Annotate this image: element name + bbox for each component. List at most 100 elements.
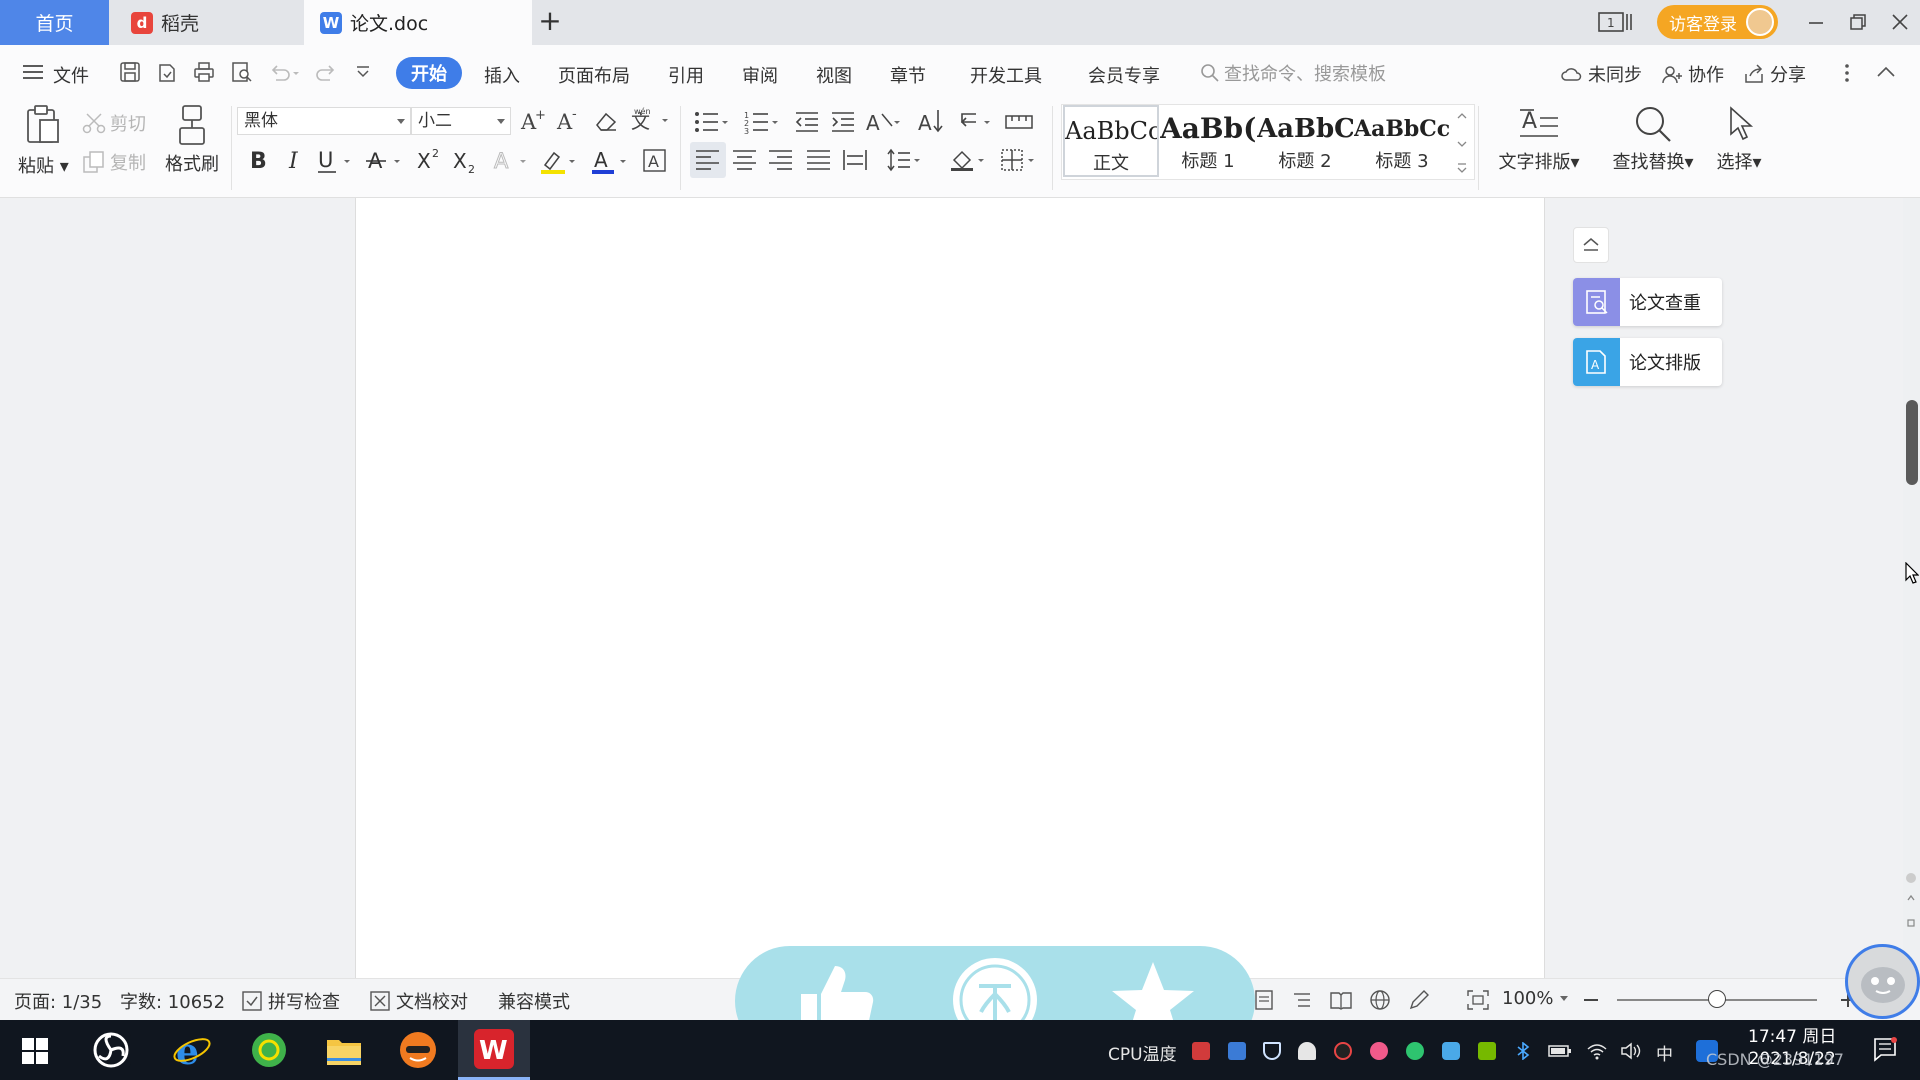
thesis-layout-button[interactable]: A 论文排版 bbox=[1573, 338, 1722, 386]
wifi-icon[interactable] bbox=[1586, 1042, 1608, 1060]
print-preview-icon[interactable] bbox=[231, 61, 253, 83]
tray-app-blue-icon[interactable] bbox=[1228, 1042, 1246, 1060]
tab-member[interactable]: 会员专享 bbox=[1088, 62, 1160, 88]
close-icon[interactable] bbox=[1890, 12, 1910, 32]
select-button[interactable]: 选择▾ bbox=[1708, 104, 1770, 174]
menu-file[interactable]: 文件 bbox=[53, 62, 89, 88]
shading-icon[interactable] bbox=[950, 148, 990, 172]
collaborate-button[interactable]: 协作 bbox=[1662, 61, 1724, 87]
zoom-level-select[interactable]: 100% bbox=[1502, 988, 1569, 1009]
window-layout-icon[interactable]: 1 bbox=[1598, 10, 1632, 34]
windows-start-icon[interactable] bbox=[22, 1038, 48, 1064]
decrease-indent-icon[interactable] bbox=[794, 110, 820, 134]
web-layout-icon[interactable] bbox=[1369, 989, 1391, 1011]
tray-app-pink-icon[interactable] bbox=[1370, 1042, 1388, 1060]
hamburger-menu-icon[interactable] bbox=[22, 62, 44, 82]
cut-button[interactable]: 剪切 bbox=[82, 110, 146, 136]
style-heading-1[interactable]: AaBb( 标题 1 bbox=[1160, 105, 1256, 177]
action-center-icon[interactable] bbox=[1872, 1036, 1898, 1062]
tab-daoke[interactable]: d 稻壳 bbox=[109, 0, 302, 45]
increase-indent-icon[interactable] bbox=[830, 110, 856, 134]
italic-icon[interactable]: I bbox=[284, 147, 308, 173]
style-heading-2[interactable]: AaBbC 标题 2 bbox=[1257, 105, 1353, 177]
align-center-icon[interactable] bbox=[732, 148, 758, 172]
wps-taskbar-button[interactable]: W bbox=[458, 1020, 530, 1080]
share-button[interactable]: 分享 bbox=[1744, 61, 1806, 87]
font-size-select[interactable]: 小二 bbox=[411, 107, 511, 135]
text-direction-icon[interactable]: A bbox=[866, 108, 906, 134]
tray-app-red-icon[interactable] bbox=[1192, 1042, 1210, 1060]
guest-login-button[interactable]: 访客登录 bbox=[1657, 5, 1778, 39]
tab-chapter[interactable]: 章节 bbox=[890, 62, 926, 88]
paste-button[interactable]: 粘贴 ▾ bbox=[18, 104, 69, 177]
volume-icon[interactable] bbox=[1620, 1042, 1642, 1060]
outline-view-icon[interactable] bbox=[1292, 990, 1312, 1010]
sort-icon[interactable]: A bbox=[918, 108, 946, 134]
file-explorer-icon[interactable] bbox=[324, 1030, 364, 1070]
assistant-avatar[interactable] bbox=[1845, 944, 1920, 1019]
input-method-indicator[interactable]: 中 bbox=[1656, 1040, 1673, 1065]
shield-icon[interactable] bbox=[1263, 1042, 1281, 1060]
bold-icon[interactable]: B bbox=[247, 147, 271, 173]
battery-icon[interactable] bbox=[1548, 1042, 1572, 1060]
style-heading-3[interactable]: AaBbCcl 标题 3 bbox=[1354, 105, 1450, 177]
more-options-icon[interactable] bbox=[1842, 62, 1852, 84]
text-effect-icon[interactable]: A bbox=[492, 147, 532, 175]
write-mode-pen-icon[interactable] bbox=[1408, 989, 1430, 1011]
proofread-button[interactable]: 文档校对 bbox=[370, 988, 468, 1014]
tab-home[interactable]: 首页 bbox=[0, 0, 109, 45]
highlight-icon[interactable] bbox=[541, 147, 581, 175]
justify-icon[interactable] bbox=[806, 148, 832, 172]
font-name-select[interactable]: 黑体 bbox=[237, 107, 411, 135]
tray-app-cyan-icon[interactable] bbox=[1442, 1042, 1460, 1060]
fit-page-icon[interactable] bbox=[1467, 990, 1489, 1010]
minimize-icon[interactable] bbox=[1806, 12, 1826, 32]
tab-references[interactable]: 引用 bbox=[668, 62, 704, 88]
line-spacing-icon[interactable] bbox=[886, 148, 926, 172]
export-pdf-icon[interactable] bbox=[156, 61, 178, 83]
bullet-list-icon[interactable] bbox=[694, 110, 734, 134]
tab-insert[interactable]: 插入 bbox=[484, 62, 520, 88]
font-color-icon[interactable]: A bbox=[592, 147, 632, 175]
text-layout-button[interactable]: A 文字排版▾ bbox=[1494, 104, 1584, 174]
fox-app-icon[interactable] bbox=[398, 1030, 438, 1070]
distributed-align-icon[interactable] bbox=[842, 148, 868, 172]
save-icon[interactable] bbox=[119, 61, 141, 83]
character-border-icon[interactable]: A bbox=[642, 147, 668, 175]
tray-app-green-icon[interactable] bbox=[1406, 1042, 1424, 1060]
print-icon[interactable] bbox=[193, 61, 215, 83]
tab-page-layout[interactable]: 页面布局 bbox=[558, 62, 630, 88]
qq-penguin-icon[interactable] bbox=[1334, 1042, 1352, 1060]
align-right-icon[interactable] bbox=[768, 148, 794, 172]
redo-icon[interactable] bbox=[316, 61, 338, 83]
copy-button[interactable]: 复制 bbox=[82, 149, 146, 175]
browser-360-icon[interactable] bbox=[249, 1030, 289, 1070]
zoom-out-icon[interactable] bbox=[1583, 990, 1599, 1010]
notification-bell-icon[interactable] bbox=[1298, 1042, 1316, 1060]
reading-view-icon[interactable] bbox=[1330, 990, 1352, 1010]
tab-document[interactable]: W 论文.doc bbox=[304, 0, 532, 45]
format-painter-button[interactable]: 格式刷 bbox=[162, 104, 222, 176]
fan-app-icon[interactable] bbox=[91, 1030, 131, 1070]
zoom-slider-handle[interactable] bbox=[1708, 990, 1726, 1008]
tab-start[interactable]: 开始 bbox=[396, 57, 462, 89]
decrease-font-icon[interactable]: A- bbox=[556, 108, 582, 132]
document-page[interactable] bbox=[355, 198, 1545, 978]
strikethrough-icon[interactable]: A bbox=[366, 147, 406, 175]
tab-review[interactable]: 审阅 bbox=[742, 62, 778, 88]
show-hide-marks-icon[interactable] bbox=[956, 110, 996, 134]
undo-icon[interactable] bbox=[268, 61, 300, 83]
align-left-button[interactable] bbox=[690, 142, 726, 178]
internet-explorer-icon[interactable]: e bbox=[172, 1030, 212, 1073]
borders-icon[interactable] bbox=[1000, 148, 1040, 172]
clear-format-eraser-icon[interactable] bbox=[594, 110, 618, 132]
side-panel-collapse-button[interactable] bbox=[1573, 227, 1609, 263]
command-search[interactable]: 查找命令、搜索模板 bbox=[1200, 60, 1386, 86]
page-indicator[interactable]: 页面: 1/35 bbox=[14, 988, 102, 1014]
sync-status-button[interactable]: 未同步 bbox=[1560, 61, 1642, 87]
underline-icon[interactable]: U bbox=[316, 147, 356, 175]
scroll-down-icon[interactable] bbox=[1903, 868, 1920, 958]
bluetooth-icon[interactable] bbox=[1514, 1041, 1532, 1061]
thesis-plagiarism-check-button[interactable]: 论文查重 bbox=[1573, 278, 1722, 326]
increase-font-icon[interactable]: A + bbox=[520, 108, 546, 132]
